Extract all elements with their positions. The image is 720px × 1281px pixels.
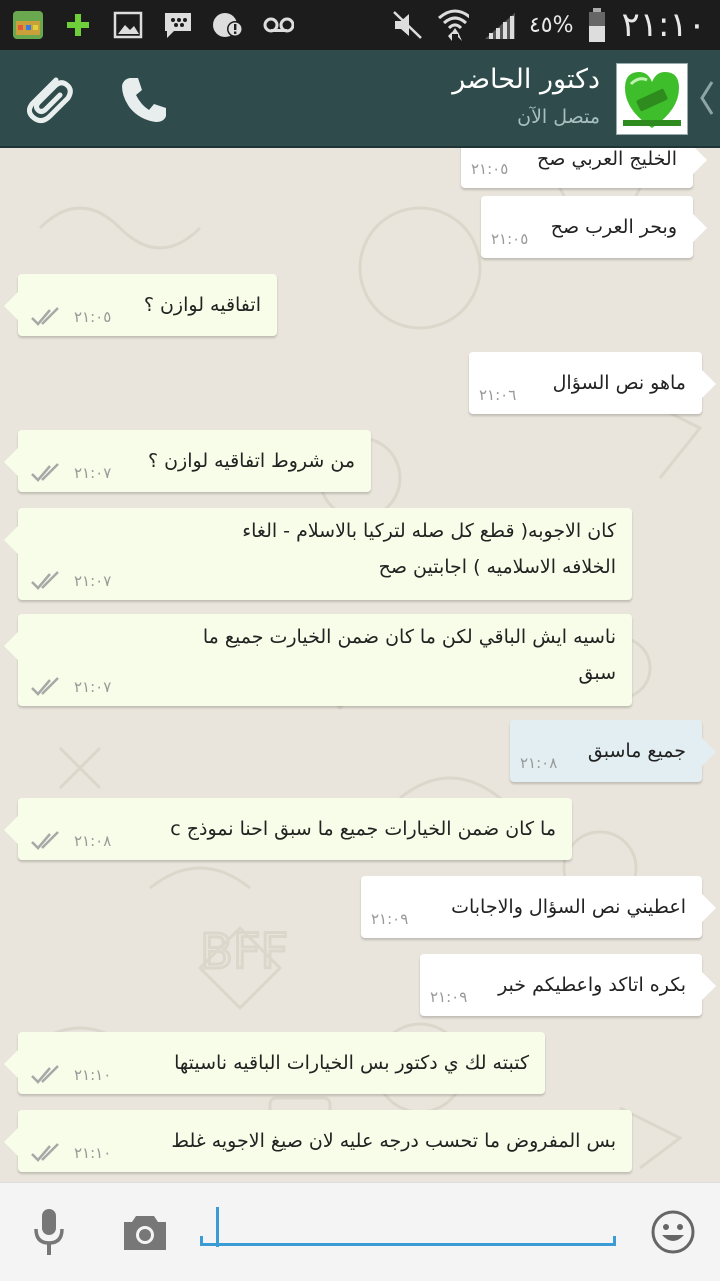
message-bubble[interactable]: اتفاقيه لوازن ؟ ٢١:٠٥ [4,274,277,336]
camera-icon[interactable] [118,1207,172,1257]
attach-icon[interactable] [18,70,78,130]
call-icon[interactable] [114,70,174,130]
bubble-tail [693,148,707,174]
voicemail-icon [262,9,294,41]
read-ticks-icon [30,1064,66,1086]
message-time: ٢١:٠٥ [491,230,529,248]
bubble-tail [702,738,716,766]
emoji-icon[interactable] [646,1205,700,1259]
input-left-tick [200,1236,203,1246]
message-text: اتفاقيه لوازن ؟ [143,294,261,316]
mute-icon [391,9,423,41]
plus-icon [62,9,94,41]
read-ticks-icon [30,676,66,698]
message-time: ٢١:٠٦ [479,386,517,404]
image-icon [112,9,144,41]
message-text: اعطيني نص السؤال والاجابات [451,896,686,918]
message-text: بس المفروض ما تحسب درجه عليه لان صيغ الا… [171,1130,616,1152]
message-bubble[interactable]: الخليج العربي صح ٢١:٠٥ [461,148,707,188]
message-time: ٢١:١٠ [74,1144,112,1162]
message-text: كان الاجوبه( قطع كل صله لتركيا بالاسلام … [242,520,616,542]
message-text: ما كان ضمن الخيارات جميع ما سبق احنا نمو… [170,818,556,840]
message-time: ٢١:٠٧ [74,572,112,590]
message-text: ماهو نص السؤال [552,372,686,394]
input-right-tick [613,1236,616,1246]
back-chevron-icon[interactable] [698,80,714,116]
message-bubble[interactable]: جميع ماسبق ٢١:٠٨ [510,720,716,782]
message-text: وبحر العرب صح [550,216,677,238]
message-text: بكره اتاكد واعطيكم خبر [498,974,686,996]
bubble-tail [4,1050,18,1078]
battery-percent: ٤٥% [528,12,574,38]
chat-header: دكتور الحاضر متصل الآن [0,50,720,148]
message-time: ٢١:٠٨ [74,832,112,850]
message-time: ٢١:٠٧ [74,678,112,696]
message-time: ٢١:٠٨ [520,754,558,772]
message-time: ٢١:٠٧ [74,464,112,482]
bubble-tail [702,370,716,398]
bubble-tail [4,448,18,476]
signal-icon [483,9,515,41]
read-ticks-icon [30,462,66,484]
message-text: كتبته لك ي دكتور بس الخيارات الباقيه ناس… [174,1052,529,1074]
message-text: سبق [578,662,617,684]
message-bubble[interactable]: كتبته لك ي دكتور بس الخيارات الباقيه ناس… [4,1032,545,1094]
read-ticks-icon [30,306,66,328]
bubble-tail [702,894,716,922]
app-icon [12,9,44,41]
contact-status: متصل الآن [517,106,600,128]
message-input[interactable] [200,1207,616,1247]
contact-name[interactable]: دكتور الحاضر [452,64,600,95]
message-bubble[interactable]: ناسيه ايش الباقي لكن ما كان ضمن الخيارت … [4,614,632,706]
text-cursor [216,1207,219,1247]
message-text: الخلافه الاسلاميه ) اجابتين صح [378,556,616,578]
bubble-tail [4,632,18,660]
message-bubble[interactable]: من شروط اتفاقيه لوازن ؟ ٢١:٠٧ [4,430,371,492]
message-bubble[interactable]: ما كان ضمن الخيارات جميع ما سبق احنا نمو… [4,798,572,860]
svg-text:BFF: BFF [200,924,288,980]
message-bubble[interactable]: بس المفروض ما تحسب درجه عليه لان صيغ الا… [4,1110,632,1172]
bubble-tail [4,526,18,554]
wifi-icon [437,9,469,41]
microphone-icon[interactable] [24,1205,74,1261]
bubble-tail [4,816,18,844]
message-text: من شروط اتفاقيه لوازن ؟ [147,450,355,472]
chat-area[interactable]: BFF الخليج العربي صح ٢١:٠٥ وبحر العرب صح ٢١… [0,148,720,1182]
message-time: ٢١:٠٥ [74,308,112,326]
read-ticks-icon [30,830,66,852]
message-bubble[interactable]: وبحر العرب صح ٢١:٠٥ [481,196,707,258]
message-time: ٢١:٠٥ [471,160,509,178]
message-bubble[interactable]: بكره اتاكد واعطيكم خبر ٢١:٠٩ [420,954,716,1016]
bubble-tail [4,292,18,320]
clock: ٢١:١٠ [621,5,706,45]
message-bubble[interactable]: كان الاجوبه( قطع كل صله لتركيا بالاسلام … [4,508,632,600]
battery-icon [587,8,607,42]
input-bar [0,1182,720,1281]
message-bubble[interactable]: اعطيني نص السؤال والاجابات ٢١:٠٩ [361,876,716,938]
bbm-icon [162,9,194,41]
read-ticks-icon [30,570,66,592]
read-ticks-icon [30,1142,66,1164]
message-text: الخليج العربي صح [537,148,677,170]
bubble-tail [702,972,716,1000]
message-time: ٢١:٠٩ [371,910,409,928]
message-time: ٢١:٠٩ [430,988,468,1006]
bubble-tail [693,214,707,242]
alert-icon [212,9,244,41]
bubble-tail [4,1128,18,1156]
avatar[interactable] [616,63,688,135]
status-bar: ٤٥% ٢١:١٠ [0,0,720,50]
message-time: ٢١:١٠ [74,1066,112,1084]
message-text: جميع ماسبق [587,740,686,762]
message-text: ناسيه ايش الباقي لكن ما كان ضمن الخيارت … [202,626,616,648]
message-bubble[interactable]: ماهو نص السؤال ٢١:٠٦ [469,352,716,414]
